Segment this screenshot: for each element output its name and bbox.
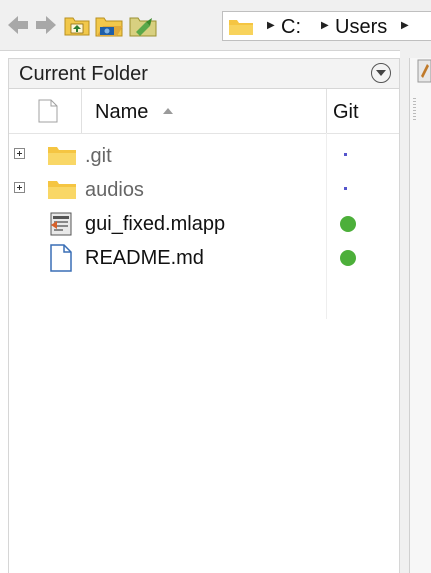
- column-header-row: Name Git: [9, 89, 399, 134]
- text-file-icon: [50, 244, 72, 272]
- forward-arrow-icon[interactable]: [34, 14, 58, 36]
- git-status-ok-icon: [340, 250, 356, 266]
- up-folder-icon[interactable]: [63, 13, 91, 37]
- breadcrumb-separator-icon: ▶: [321, 20, 329, 31]
- find-files-icon[interactable]: [128, 12, 158, 38]
- current-folder-panel-header: Current Folder: [8, 58, 400, 89]
- name-column-header[interactable]: Name: [95, 101, 148, 123]
- list-item[interactable]: audios: [9, 173, 399, 207]
- chevron-down-circle-icon[interactable]: [371, 63, 391, 83]
- column-separator[interactable]: [326, 89, 327, 133]
- breadcrumb-separator-icon: ▶: [267, 20, 275, 31]
- browse-folder-icon[interactable]: [94, 12, 124, 38]
- breadcrumb-users[interactable]: Users: [335, 16, 387, 38]
- folder-icon: [229, 20, 253, 35]
- file-browser: Name Git .git audios gui_fixed.mlapp REA…: [8, 89, 400, 573]
- back-arrow-icon[interactable]: [6, 14, 30, 36]
- list-item[interactable]: README.md: [9, 241, 399, 275]
- file-name[interactable]: audios: [85, 179, 144, 201]
- folder-icon: [48, 181, 76, 199]
- list-item[interactable]: .git: [9, 139, 399, 173]
- file-name[interactable]: README.md: [85, 247, 204, 269]
- address-bar[interactable]: ▶ C: ▶ Users ▶: [222, 11, 431, 41]
- expand-plus-icon[interactable]: [14, 148, 25, 159]
- sort-ascending-icon: [163, 108, 173, 114]
- expand-plus-icon[interactable]: [14, 182, 25, 193]
- adjacent-panel: [400, 50, 431, 573]
- folder-icon: [48, 147, 76, 165]
- column-separator[interactable]: [81, 89, 82, 133]
- file-name[interactable]: .git: [85, 145, 112, 167]
- git-status-unmodified-icon: [344, 187, 347, 190]
- panel-title: Current Folder: [19, 63, 148, 85]
- file-name[interactable]: gui_fixed.mlapp: [85, 213, 225, 235]
- splitter-grip[interactable]: [413, 98, 416, 120]
- file-type-column-icon[interactable]: [38, 99, 58, 123]
- git-status-ok-icon: [340, 216, 356, 232]
- git-status-unmodified-icon: [344, 153, 347, 156]
- breadcrumb-separator-icon: ▶: [401, 20, 409, 31]
- editor-tab-icon[interactable]: [417, 58, 431, 84]
- toolbar: ▶ C: ▶ Users ▶: [0, 0, 431, 51]
- list-item[interactable]: gui_fixed.mlapp: [9, 207, 399, 241]
- mlapp-file-icon: [50, 212, 72, 236]
- breadcrumb-drive[interactable]: C:: [281, 16, 301, 38]
- git-column-header[interactable]: Git: [333, 101, 359, 123]
